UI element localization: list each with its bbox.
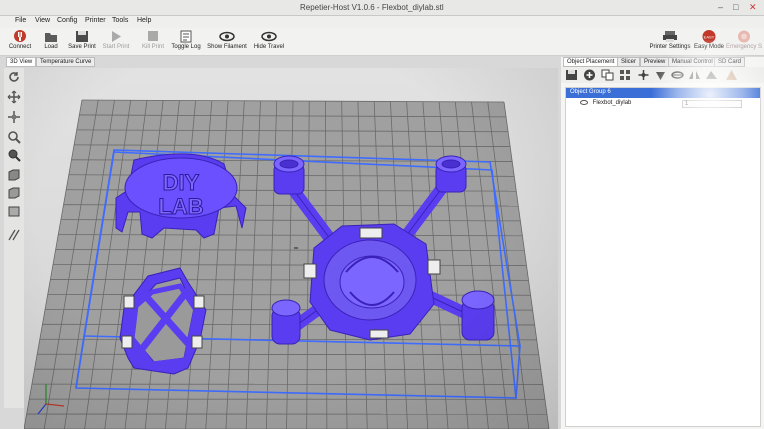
zoom-fit-icon[interactable] <box>7 148 21 162</box>
tab-slicer[interactable]: Slicer <box>617 57 641 67</box>
show-filament-label: Show Filament <box>207 44 247 50</box>
tab-sd-card[interactable]: SD Card <box>714 57 746 67</box>
object-tree: Object Group 6 Flexbot_diylab 1 <box>565 87 761 427</box>
land-object-icon[interactable] <box>705 69 718 81</box>
parallel-view-icon[interactable] <box>7 228 21 242</box>
front-view-icon[interactable] <box>7 168 21 182</box>
motor-mount-back-right[interactable] <box>461 290 495 341</box>
menu-bar: File View Config Printer Tools Help <box>0 16 764 28</box>
lid-text-diy: DIY <box>163 170 200 195</box>
toolbar: Connect Load Save Print Start Print Kill… <box>0 28 764 56</box>
menu-help[interactable]: Help <box>137 17 151 24</box>
right-tabs: Object Placement Slicer Preview Manual C… <box>561 57 764 67</box>
start-print-label: Start Print <box>102 44 130 50</box>
easy-mode-label: Easy Mode <box>694 44 725 50</box>
3d-view[interactable]: DIY LAB <box>24 68 558 429</box>
printer-icon <box>663 31 677 42</box>
group-name: Object Group 6 <box>570 89 611 95</box>
copy-object-icon[interactable] <box>601 69 614 81</box>
side-view-icon[interactable] <box>7 186 21 200</box>
item-name: Flexbot_diylab <box>592 100 632 107</box>
window-title: Repetier-Host V1.0.6 - Flexbot_diylab.st… <box>300 3 444 12</box>
start-print-button[interactable]: Start Print <box>100 28 132 56</box>
eye-closed-icon <box>261 31 277 42</box>
move-view-icon[interactable] <box>7 90 21 104</box>
motor-mount-front-right[interactable] <box>435 155 467 193</box>
eye-icon <box>219 31 235 42</box>
visibility-eye-icon[interactable] <box>580 100 588 105</box>
load-button[interactable]: Load <box>40 28 62 56</box>
menu-file[interactable]: File <box>15 17 26 24</box>
view-tool-strip <box>4 68 24 408</box>
copies-field[interactable]: 1 <box>682 100 742 108</box>
svg-text:EASY: EASY <box>704 35 715 40</box>
log-icon <box>180 30 192 43</box>
tab-3d-view[interactable]: 3D View <box>6 57 37 67</box>
folder-icon <box>45 33 57 42</box>
kill-print-button[interactable]: Kill Print <box>138 28 168 56</box>
move-object-icon[interactable] <box>7 110 21 124</box>
easy-mode-button[interactable]: EASY Easy Mode <box>694 28 724 56</box>
cut-object-icon[interactable] <box>671 69 684 81</box>
printer-settings-button[interactable]: Printer Settings <box>648 28 692 56</box>
connect-button[interactable]: Connect <box>6 28 34 56</box>
easy-mode-icon: EASY <box>702 30 716 43</box>
minimize-icon[interactable]: – <box>718 2 723 12</box>
hide-travel-label: Hide Travel <box>253 44 285 50</box>
tree-group-row[interactable]: Object Group 6 <box>566 88 760 98</box>
warning-object-icon[interactable] <box>725 69 738 81</box>
emergency-stop-label: Emergency St <box>726 44 762 50</box>
zoom-icon[interactable] <box>7 130 21 144</box>
emergency-stop-button[interactable]: Emergency St <box>726 28 762 56</box>
center-object-icon[interactable] <box>637 69 650 81</box>
motor-mount-back-left[interactable] <box>271 299 301 345</box>
object-tools <box>561 67 764 83</box>
hide-travel-button[interactable]: Hide Travel <box>252 28 286 56</box>
maximize-icon[interactable]: □ <box>733 2 738 12</box>
tab-preview[interactable]: Preview <box>640 57 670 67</box>
play-icon <box>112 31 121 42</box>
menu-view[interactable]: View <box>35 17 50 24</box>
rotate-icon[interactable] <box>7 70 21 84</box>
save-icon <box>76 31 88 42</box>
copies-value: 1 <box>685 101 689 107</box>
emergency-stop-icon <box>738 30 750 43</box>
save-print-button[interactable]: Save Print <box>66 28 98 56</box>
motor-mount-front-left[interactable] <box>273 155 305 195</box>
title-bar: Repetier-Host V1.0.6 - Flexbot_diylab.st… <box>0 0 764 16</box>
printer-settings-label: Printer Settings <box>649 44 691 50</box>
kill-print-label: Kill Print <box>141 44 164 50</box>
close-icon[interactable]: ✕ <box>749 2 757 13</box>
menu-printer[interactable]: Printer <box>85 17 106 24</box>
save-print-label: Save Print <box>68 44 96 50</box>
tree-item-row[interactable]: Flexbot_diylab 1 <box>566 99 760 109</box>
toggle-log-label: Toggle Log <box>171 44 201 50</box>
tab-temperature-curve[interactable]: Temperature Curve <box>36 57 96 67</box>
autoposition-icon[interactable] <box>619 69 632 81</box>
lid-text-lab: LAB <box>158 194 203 219</box>
show-filament-button[interactable]: Show Filament <box>205 28 249 56</box>
3d-scene[interactable]: DIY LAB <box>24 68 558 429</box>
add-object-icon[interactable] <box>583 69 596 81</box>
right-panel: Object Placement Slicer Preview Manual C… <box>561 57 764 429</box>
top-view-icon[interactable] <box>7 204 21 218</box>
menu-config[interactable]: Config <box>57 17 77 24</box>
save-object-icon[interactable] <box>565 69 578 81</box>
tab-manual-control[interactable]: Manual Control <box>668 57 717 67</box>
drop-object-icon[interactable] <box>654 69 667 81</box>
plug-icon <box>14 30 26 42</box>
connect-label: Connect <box>8 44 32 50</box>
mirror-object-icon[interactable] <box>688 69 701 81</box>
load-label: Load <box>44 44 58 50</box>
stop-icon <box>148 31 158 41</box>
menu-tools[interactable]: Tools <box>112 17 128 24</box>
toggle-log-button[interactable]: Toggle Log <box>170 28 202 56</box>
tab-object-placement[interactable]: Object Placement <box>563 57 619 67</box>
